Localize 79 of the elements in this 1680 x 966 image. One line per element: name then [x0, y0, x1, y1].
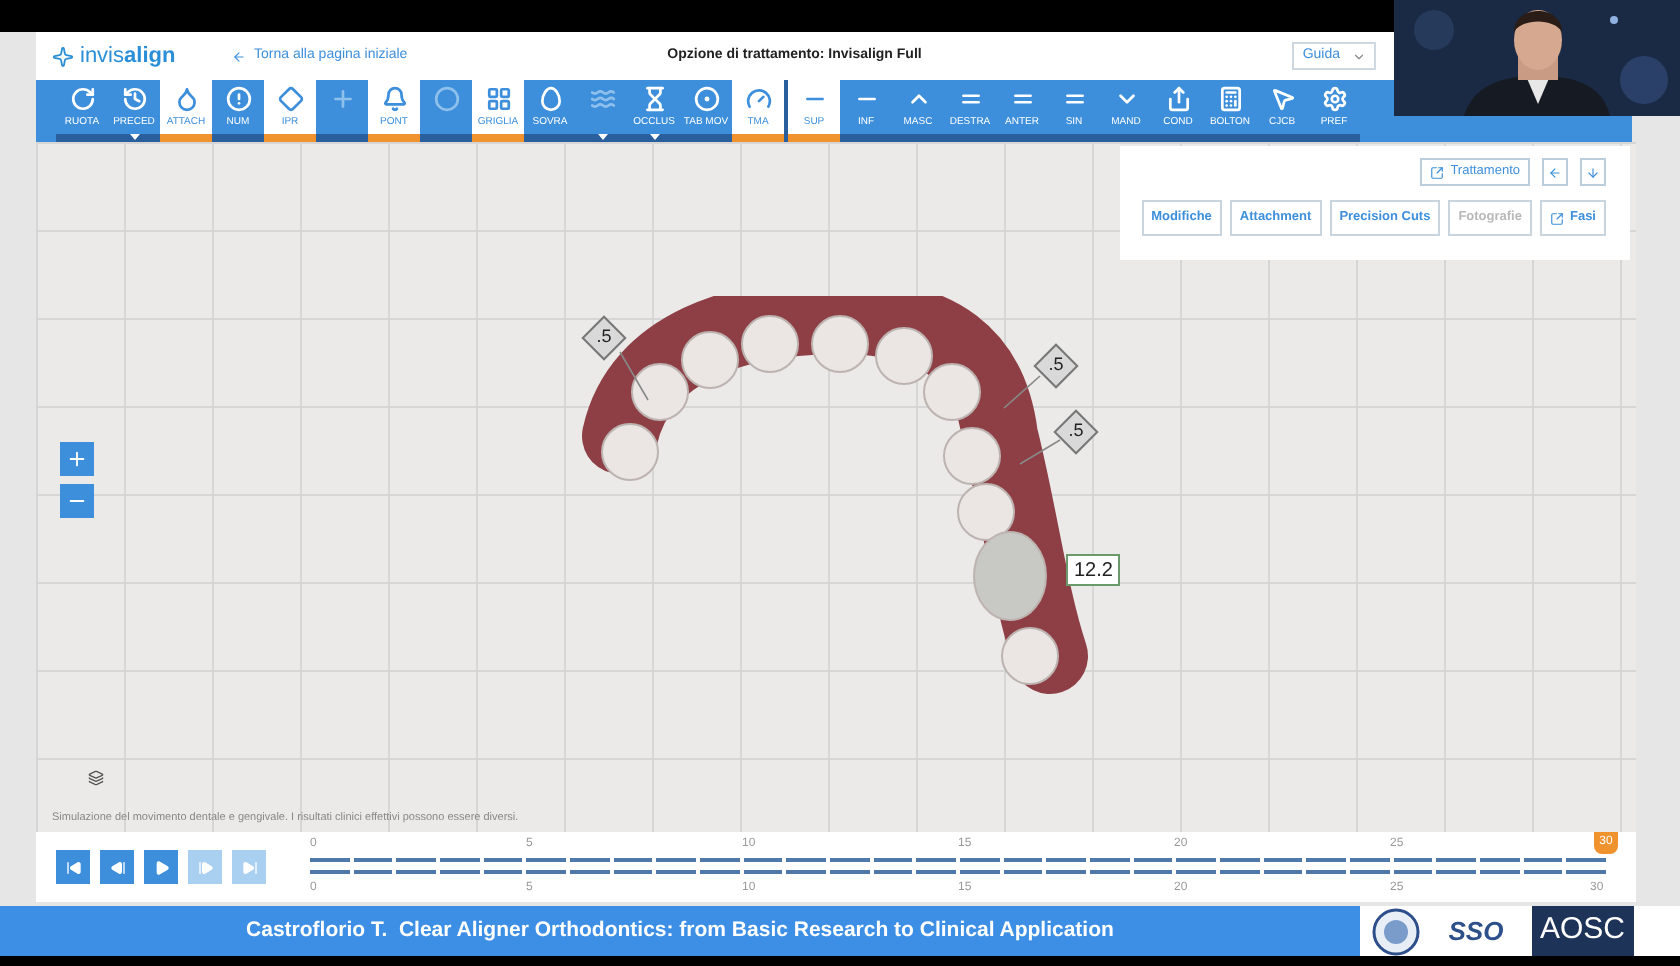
calculator-icon: [1217, 86, 1243, 112]
leader-line: [1003, 375, 1041, 409]
egg-icon: [537, 86, 563, 112]
stage-bar[interactable]: [786, 858, 827, 874]
external-link-icon: [1549, 211, 1564, 225]
stage-bar[interactable]: [1090, 858, 1130, 874]
circle-icon: [433, 86, 459, 112]
stage-bar[interactable]: [1263, 858, 1303, 874]
external-link-icon: [1430, 165, 1445, 179]
hourglass-icon: [641, 86, 667, 112]
waves-icon: [589, 86, 615, 112]
stage-bar[interactable]: [1566, 858, 1607, 874]
share-icon: [1165, 86, 1191, 112]
stage-bar[interactable]: [483, 858, 523, 874]
logo-icon: [52, 45, 74, 67]
seal-logo: [1372, 907, 1420, 955]
stage-bar[interactable]: [310, 858, 350, 874]
stage-bar[interactable]: [916, 858, 957, 874]
stage-bar[interactable]: [353, 858, 393, 874]
pointer-icon: [1269, 86, 1295, 112]
plus-icon: [329, 86, 355, 112]
drop-icon: [173, 86, 199, 112]
stage-bar[interactable]: [1176, 858, 1217, 874]
bell-icon: [381, 86, 407, 112]
play-button[interactable]: [144, 850, 178, 884]
layers-icon: [88, 770, 104, 786]
stage-bar[interactable]: [1003, 858, 1043, 874]
stage-bar[interactable]: [960, 858, 1000, 874]
stage-bar[interactable]: [1220, 858, 1260, 874]
stage-bar[interactable]: [700, 858, 740, 874]
ipr-value: .5: [596, 324, 612, 351]
arrow-left-icon: [1548, 165, 1562, 179]
stage-bar[interactable]: [743, 858, 783, 874]
alert-circle-icon: [225, 86, 251, 112]
rotate-icon: [69, 86, 95, 112]
plus-icon: [66, 448, 88, 470]
stage-bar[interactable]: [1393, 858, 1433, 874]
settings-icon: [1321, 86, 1347, 112]
diamond-icon: [277, 86, 303, 112]
stage-bar[interactable]: [1523, 858, 1563, 874]
next-icon: [197, 859, 213, 875]
ipr-value: .5: [1068, 418, 1084, 445]
history-icon: [121, 86, 147, 112]
stage-bar[interactable]: [873, 858, 913, 874]
stage-bar[interactable]: [1046, 858, 1087, 874]
caret-icon: [1352, 49, 1366, 63]
footer-title: Castroflorio T. Clear Aligner Orthodontics: from Basic Research to Clinical Application: [246, 915, 1114, 946]
logo: invisalign: [80, 41, 176, 72]
stage-bar[interactable]: [1436, 858, 1477, 874]
zoom-out-button[interactable]: [60, 484, 94, 518]
stage-bar[interactable]: [526, 858, 567, 874]
stage-bar[interactable]: [1306, 858, 1347, 874]
play-icon: [153, 859, 169, 875]
sso-logo: SSO: [1446, 913, 1506, 950]
stage-bar[interactable]: [830, 858, 870, 874]
stage-bar[interactable]: [1133, 858, 1173, 874]
leader-line: [619, 351, 649, 401]
grid-icon: [485, 86, 511, 112]
ipr-value: .5: [1048, 352, 1064, 379]
circle-dot-icon: [693, 86, 719, 112]
first-icon: [65, 859, 81, 875]
zoom-in-button[interactable]: [60, 442, 94, 476]
stage-bar[interactable]: [656, 858, 697, 874]
stage-bar[interactable]: [396, 858, 437, 874]
gauge-icon: [745, 86, 771, 112]
arrow-left-icon: [232, 49, 246, 63]
previous-button[interactable]: [100, 850, 134, 884]
leader-line: [1019, 439, 1061, 465]
stage-bar[interactable]: [1480, 858, 1520, 874]
stage-bar[interactable]: [440, 858, 480, 874]
last-icon: [241, 859, 257, 875]
stage-bar[interactable]: [570, 858, 610, 874]
tooth-size-label: 12.2: [1066, 554, 1121, 586]
first-button[interactable]: [56, 850, 90, 884]
previous-icon: [109, 859, 125, 875]
stage-bar[interactable]: [1350, 858, 1390, 874]
arrow-down-icon: [1586, 165, 1600, 179]
stage-bar[interactable]: [613, 858, 653, 874]
aosc-logo: AOSC: [1532, 906, 1634, 956]
